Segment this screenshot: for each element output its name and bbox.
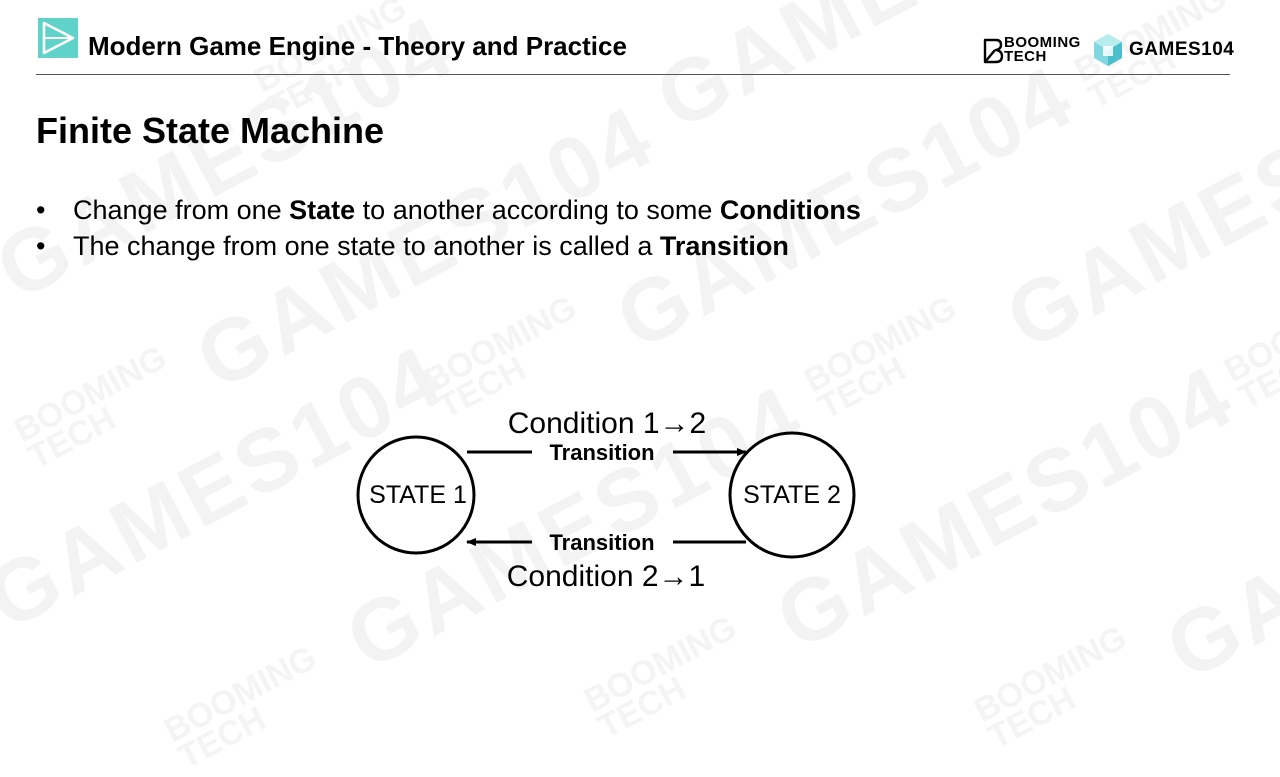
state-machine-diagram: STATE 1 STATE 2 Condition 1→2 Transition… — [356, 407, 856, 593]
top-condition-label: Condition 1→2 — [508, 407, 706, 440]
bottom-condition-label: Condition 2→1 — [507, 560, 705, 593]
state-1-label: STATE 1 — [369, 481, 467, 509]
state-2-label: STATE 2 — [743, 481, 841, 509]
bottom-transition-label: Transition — [549, 530, 654, 555]
top-transition-label: Transition — [549, 440, 654, 465]
